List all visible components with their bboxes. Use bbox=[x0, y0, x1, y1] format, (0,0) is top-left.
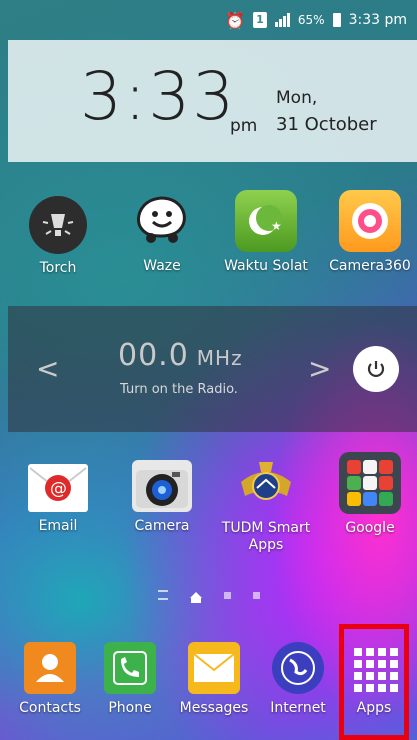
app-camera360[interactable]: Camera360 bbox=[320, 190, 417, 275]
alarm-icon: ⏰ bbox=[224, 10, 245, 30]
status-time: 3:33 pm bbox=[348, 12, 407, 28]
app-label: Waze bbox=[143, 258, 181, 274]
app-torch[interactable]: Torch bbox=[8, 196, 108, 277]
app-label: Torch bbox=[39, 260, 77, 276]
internet-icon bbox=[272, 642, 324, 694]
waze-icon bbox=[131, 190, 193, 252]
frequency-value: 00.0 bbox=[118, 338, 189, 373]
radio-hint: Turn on the Radio. bbox=[120, 382, 238, 397]
email-icon: @ bbox=[28, 464, 88, 512]
waktu-solat-icon: ★ bbox=[235, 190, 297, 252]
app-waze[interactable]: Waze bbox=[112, 190, 212, 275]
frequency-unit: MHz bbox=[196, 346, 243, 370]
page-dot[interactable] bbox=[223, 591, 231, 599]
svg-text:★: ★ bbox=[271, 219, 282, 233]
app-email[interactable]: @ Email bbox=[8, 458, 108, 535]
tudm-icon bbox=[235, 452, 297, 514]
app-tudm[interactable]: TUDM Smart Apps bbox=[216, 452, 316, 554]
page-dot[interactable] bbox=[252, 591, 260, 599]
messages-icon bbox=[188, 642, 240, 694]
power-button[interactable] bbox=[353, 346, 399, 392]
apps-highlight-box bbox=[339, 624, 409, 740]
chevron-left-icon[interactable]: < bbox=[36, 352, 59, 385]
signal-icon bbox=[274, 13, 290, 27]
page-indicator bbox=[0, 590, 417, 603]
app-camera[interactable]: Camera bbox=[112, 456, 212, 535]
power-icon bbox=[367, 361, 385, 377]
sim-icon: 1 bbox=[252, 12, 267, 28]
camera-icon bbox=[132, 460, 192, 512]
google-folder-icon bbox=[339, 452, 401, 514]
svg-text:@: @ bbox=[50, 479, 67, 499]
menu-page-icon[interactable] bbox=[157, 590, 168, 600]
app-google-folder[interactable]: Google bbox=[320, 452, 417, 537]
phone-icon bbox=[104, 642, 156, 694]
app-label: Camera bbox=[134, 518, 190, 534]
clock-day: Mon, bbox=[276, 88, 318, 108]
app-label: Email bbox=[38, 518, 78, 534]
camera360-icon bbox=[339, 190, 401, 252]
battery-icon bbox=[332, 13, 341, 27]
app-label: Google bbox=[345, 520, 395, 536]
status-bar: ⏰ 1 65% 3:33 pm bbox=[0, 0, 417, 40]
battery-percent: 65% bbox=[297, 13, 325, 27]
app-waktu-solat[interactable]: ★ Waktu Solat bbox=[216, 190, 316, 275]
chevron-right-icon[interactable]: > bbox=[308, 352, 331, 385]
clock-time: 3:33 bbox=[80, 58, 237, 135]
radio-widget: < 00.0 MHz Turn on the Radio. > bbox=[8, 306, 417, 432]
clock-date: 31 October bbox=[276, 114, 377, 135]
contacts-icon bbox=[24, 642, 76, 694]
clock-widget[interactable]: 3:33 pm Mon, 31 October bbox=[8, 40, 417, 162]
home-page-icon[interactable] bbox=[189, 592, 202, 603]
app-label: Camera360 bbox=[329, 258, 411, 274]
torch-icon bbox=[29, 196, 87, 254]
radio-frequency: 00.0 MHz bbox=[118, 338, 243, 373]
app-label: TUDM Smart Apps bbox=[221, 520, 311, 553]
clock-ampm: pm bbox=[230, 116, 258, 136]
app-label: Waktu Solat bbox=[224, 258, 308, 274]
